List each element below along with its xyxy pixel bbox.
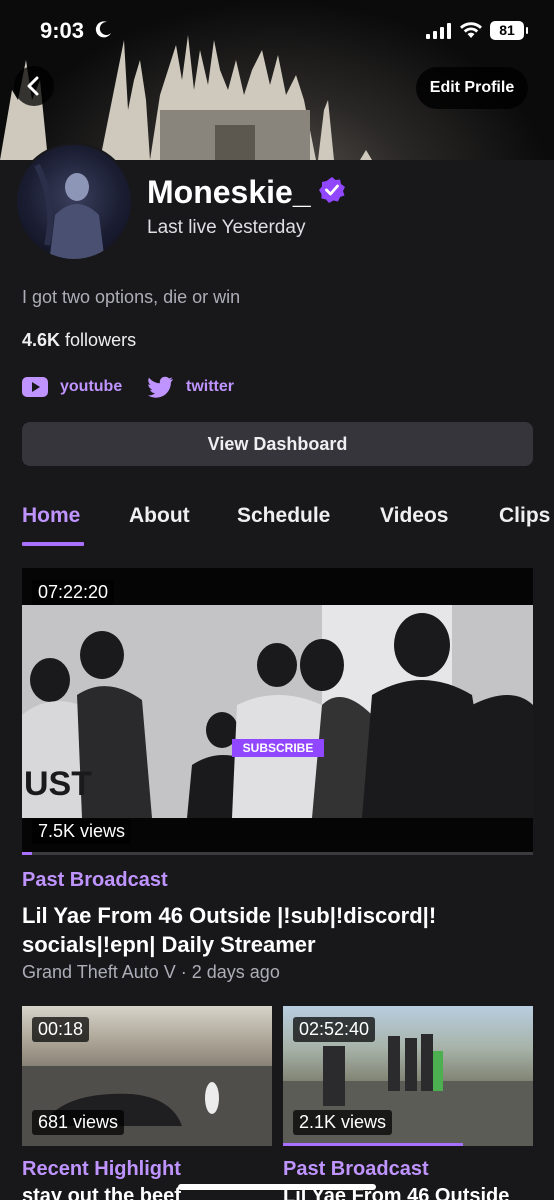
views-badge: 681 views <box>32 1110 125 1135</box>
battery-indicator: 81 <box>490 21 528 40</box>
tab-videos[interactable]: Videos <box>380 504 448 528</box>
avatar[interactable] <box>15 143 133 261</box>
followers-number: 4.6K <box>22 330 61 350</box>
tab-clips[interactable]: Clips <box>499 504 550 528</box>
duration-badge: 00:18 <box>32 1017 90 1042</box>
social-link-youtube[interactable]: youtube <box>22 373 122 401</box>
bio-text: I got two options, die or win <box>22 287 241 307</box>
views-badge: 2.1K views <box>293 1110 393 1135</box>
video-category[interactable]: Recent Highlight <box>22 1158 181 1181</box>
subscribe-overlay: SUBSCRIBE <box>232 739 324 757</box>
featured-video-thumbnail[interactable]: UST SUBSCRIBE 07:22:20 7.5K views <box>22 568 533 855</box>
duration-badge: 02:52:40 <box>293 1017 376 1042</box>
avatar-figure <box>34 163 105 259</box>
edit-profile-button[interactable]: Edit Profile <box>416 67 528 109</box>
chevron-left-icon <box>27 76 39 96</box>
signal-icon <box>426 23 451 39</box>
views-badge: 7.5K views <box>32 819 132 844</box>
featured-category[interactable]: Past Broadcast <box>22 869 168 892</box>
twitter-icon <box>148 376 173 398</box>
followers-label: followers <box>65 330 137 350</box>
people-scene: UST <box>22 605 533 818</box>
home-indicator[interactable] <box>178 1184 376 1190</box>
featured-video-meta: Grand Theft Auto V · 2 days ago <box>22 962 280 982</box>
active-tab-indicator <box>22 542 84 546</box>
moon-icon <box>95 21 111 38</box>
featured-video-title[interactable]: Lil Yae From 46 Outside |!sub|!discord|!… <box>22 901 533 959</box>
social-label-youtube: youtube <box>60 378 123 395</box>
status-bar: 9:03 81 <box>0 0 554 60</box>
tab-about[interactable]: About <box>129 504 190 528</box>
status-time: 9:03 <box>40 18 85 43</box>
video-thumbnail[interactable]: 02:52:40 2.1K views <box>283 1006 533 1146</box>
display-name: Moneskie_ <box>147 174 311 210</box>
watch-progress-fill <box>283 1143 463 1146</box>
wifi-icon <box>460 22 482 38</box>
video-scene: UST SUBSCRIBE <box>22 605 533 818</box>
social-label-twitter: twitter <box>186 378 234 395</box>
last-live-text: Last live Yesterday <box>147 217 306 238</box>
view-dashboard-button[interactable]: View Dashboard <box>22 422 533 466</box>
watch-progress-fill <box>22 852 33 855</box>
followers-count: 4.6K followers <box>22 330 136 351</box>
video-thumbnail[interactable]: 00:18 681 views <box>22 1006 272 1146</box>
youtube-icon <box>22 377 48 397</box>
duration-badge: 07:22:20 <box>32 580 115 605</box>
back-button[interactable] <box>14 66 54 106</box>
svg-text:UST: UST <box>24 765 92 803</box>
tab-schedule[interactable]: Schedule <box>237 504 330 528</box>
watch-progress-track <box>22 852 533 855</box>
video-category[interactable]: Past Broadcast <box>283 1158 429 1181</box>
social-link-twitter[interactable]: twitter <box>148 373 234 401</box>
verified-badge-icon <box>319 177 345 203</box>
tab-home[interactable]: Home <box>22 504 80 528</box>
